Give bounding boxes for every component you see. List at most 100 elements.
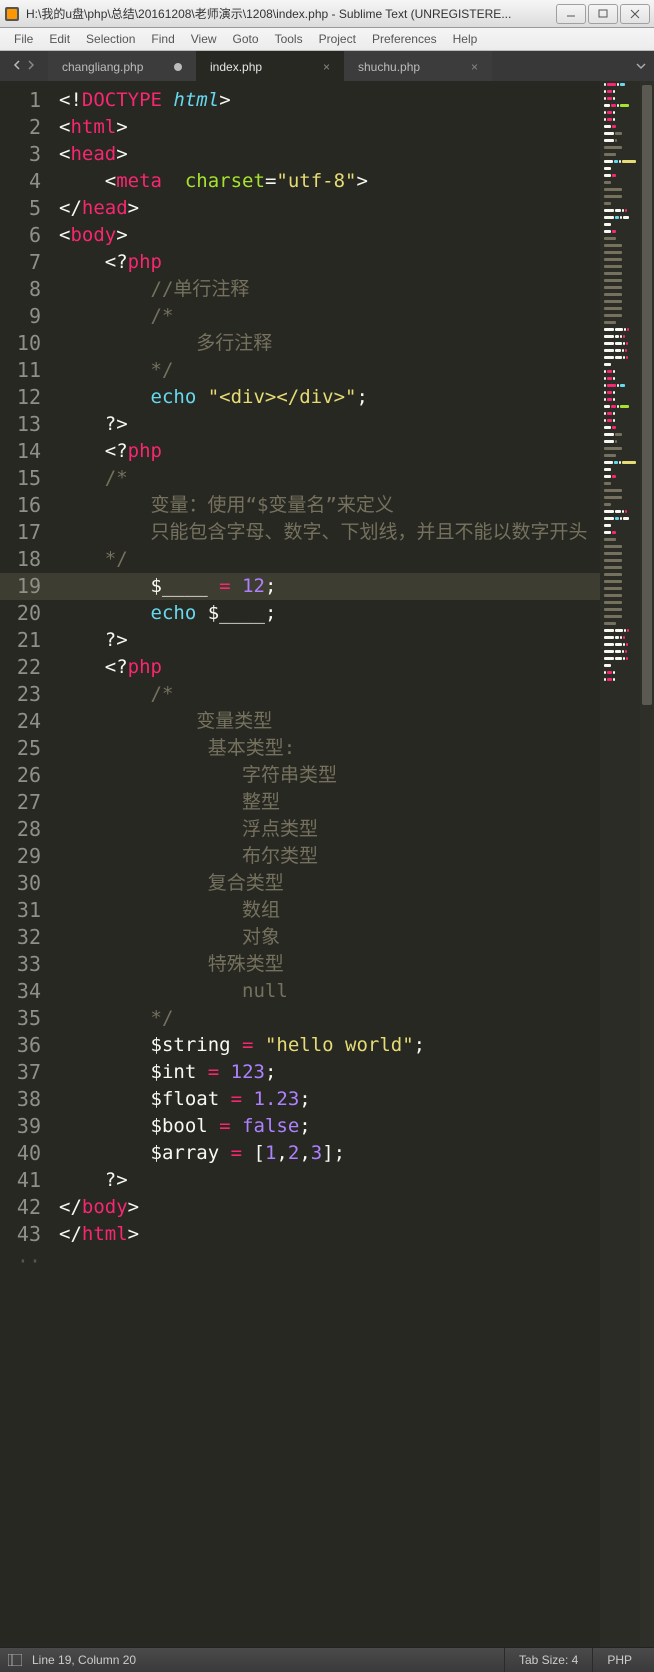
line-number[interactable]: 18	[0, 546, 53, 573]
menu-preferences[interactable]: Preferences	[364, 30, 445, 48]
code-line[interactable]: */	[53, 1005, 600, 1032]
line-number[interactable]: 33	[0, 951, 53, 978]
code-line[interactable]: */	[53, 546, 600, 573]
line-number[interactable]: 1	[0, 87, 53, 114]
sidebar-toggle-icon[interactable]	[8, 1653, 22, 1667]
code-line[interactable]: </head>	[53, 195, 600, 222]
line-number[interactable]: 39	[0, 1113, 53, 1140]
code-line[interactable]: 复合类型	[53, 870, 600, 897]
menu-view[interactable]: View	[183, 30, 225, 48]
line-number[interactable]: 10	[0, 330, 53, 357]
syntax-indicator[interactable]: PHP	[592, 1648, 646, 1672]
code-line[interactable]: <body>	[53, 222, 600, 249]
line-number[interactable]: 22	[0, 654, 53, 681]
line-number[interactable]: 31	[0, 897, 53, 924]
cursor-position[interactable]: Line 19, Column 20	[32, 1653, 136, 1667]
close-button[interactable]	[620, 4, 650, 24]
line-number[interactable]: 26	[0, 762, 53, 789]
code-line[interactable]: <?php	[53, 654, 600, 681]
code-line[interactable]: 布尔类型	[53, 843, 600, 870]
line-number[interactable]: 35	[0, 1005, 53, 1032]
code-line[interactable]: </body>	[53, 1194, 600, 1221]
code-line[interactable]: 只能包含字母、数字、下划线，并且不能以数字开头	[53, 519, 600, 546]
code-line[interactable]: 基本类型:	[53, 735, 600, 762]
code-line[interactable]: $int = 123;	[53, 1059, 600, 1086]
code-line[interactable]: echo $____;	[53, 600, 600, 627]
tab-size-indicator[interactable]: Tab Size: 4	[504, 1648, 592, 1672]
line-number[interactable]: 32	[0, 924, 53, 951]
code-line[interactable]: /*	[53, 681, 600, 708]
code-line[interactable]: //单行注释	[53, 276, 600, 303]
menu-file[interactable]: File	[6, 30, 41, 48]
line-number[interactable]: 9	[0, 303, 53, 330]
tab-history-forward-icon[interactable]	[24, 59, 38, 73]
close-icon[interactable]: ×	[471, 60, 478, 74]
code-line[interactable]: </html>	[53, 1221, 600, 1248]
line-number[interactable]: 5	[0, 195, 53, 222]
menu-find[interactable]: Find	[143, 30, 182, 48]
line-number[interactable]: 6	[0, 222, 53, 249]
line-number[interactable]: 24	[0, 708, 53, 735]
line-number[interactable]: 43	[0, 1221, 53, 1248]
code-line[interactable]: <html>	[53, 114, 600, 141]
code-line[interactable]: 数组	[53, 897, 600, 924]
titlebar[interactable]: H:\我的u盘\php\总结\20161208\老师演示\1208\index.…	[0, 0, 654, 28]
line-number[interactable]: 7	[0, 249, 53, 276]
line-number[interactable]: 23	[0, 681, 53, 708]
line-number[interactable]: 27	[0, 789, 53, 816]
line-number[interactable]: 17	[0, 519, 53, 546]
tab-index[interactable]: index.php ×	[196, 51, 344, 81]
code-line[interactable]: <head>	[53, 141, 600, 168]
line-number[interactable]: 3	[0, 141, 53, 168]
line-number[interactable]: 15	[0, 465, 53, 492]
line-number[interactable]: 30	[0, 870, 53, 897]
code-line[interactable]: ?>	[53, 411, 600, 438]
minimize-button[interactable]	[556, 4, 586, 24]
scrollbar-thumb[interactable]	[642, 85, 652, 705]
code-line[interactable]: 整型	[53, 789, 600, 816]
menu-project[interactable]: Project	[311, 30, 364, 48]
code-area[interactable]: <!DOCTYPE html><html><head> <meta charse…	[53, 81, 600, 1647]
tab-overflow-button[interactable]	[628, 51, 654, 81]
line-number[interactable]: 38	[0, 1086, 53, 1113]
code-line[interactable]: $string = "hello world";	[53, 1032, 600, 1059]
line-number[interactable]: 12	[0, 384, 53, 411]
line-number[interactable]: 16	[0, 492, 53, 519]
line-number[interactable]: 28	[0, 816, 53, 843]
code-line[interactable]: <meta charset="utf-8">	[53, 168, 600, 195]
line-number[interactable]: 41	[0, 1167, 53, 1194]
code-line[interactable]: 多行注释	[53, 330, 600, 357]
code-line[interactable]: null	[53, 978, 600, 1005]
vertical-scrollbar[interactable]	[640, 81, 654, 1647]
line-number[interactable]: 40	[0, 1140, 53, 1167]
minimap[interactable]	[600, 81, 640, 1647]
code-line[interactable]: $float = 1.23;	[53, 1086, 600, 1113]
line-number[interactable]: 19	[0, 573, 53, 600]
code-line[interactable]: 字符串类型	[53, 762, 600, 789]
line-number[interactable]: 42	[0, 1194, 53, 1221]
tab-changliang[interactable]: changliang.php	[48, 51, 196, 81]
code-line[interactable]: /*	[53, 465, 600, 492]
code-line[interactable]: echo "<div></div>";	[53, 384, 600, 411]
line-number-gutter[interactable]: 1234567891011121314151617181920212223242…	[0, 81, 53, 1647]
line-number[interactable]: 29	[0, 843, 53, 870]
close-icon[interactable]: ×	[323, 60, 330, 74]
line-number[interactable]: 36	[0, 1032, 53, 1059]
line-number[interactable]: 34	[0, 978, 53, 1005]
line-number[interactable]: 25	[0, 735, 53, 762]
tab-shuchu[interactable]: shuchu.php ×	[344, 51, 492, 81]
code-line[interactable]: 对象	[53, 924, 600, 951]
line-number[interactable]: 21	[0, 627, 53, 654]
code-line[interactable]: <?php	[53, 438, 600, 465]
menu-goto[interactable]: Goto	[225, 30, 267, 48]
code-line[interactable]: <!DOCTYPE html>	[53, 87, 600, 114]
line-number[interactable]: 37	[0, 1059, 53, 1086]
code-line[interactable]: /*	[53, 303, 600, 330]
code-line[interactable]: 浮点类型	[53, 816, 600, 843]
menu-tools[interactable]: Tools	[267, 30, 311, 48]
line-number[interactable]: 11	[0, 357, 53, 384]
line-number[interactable]: 20	[0, 600, 53, 627]
tab-history-back-icon[interactable]	[10, 59, 24, 73]
line-number[interactable]: 4	[0, 168, 53, 195]
code-line[interactable]: 特殊类型	[53, 951, 600, 978]
